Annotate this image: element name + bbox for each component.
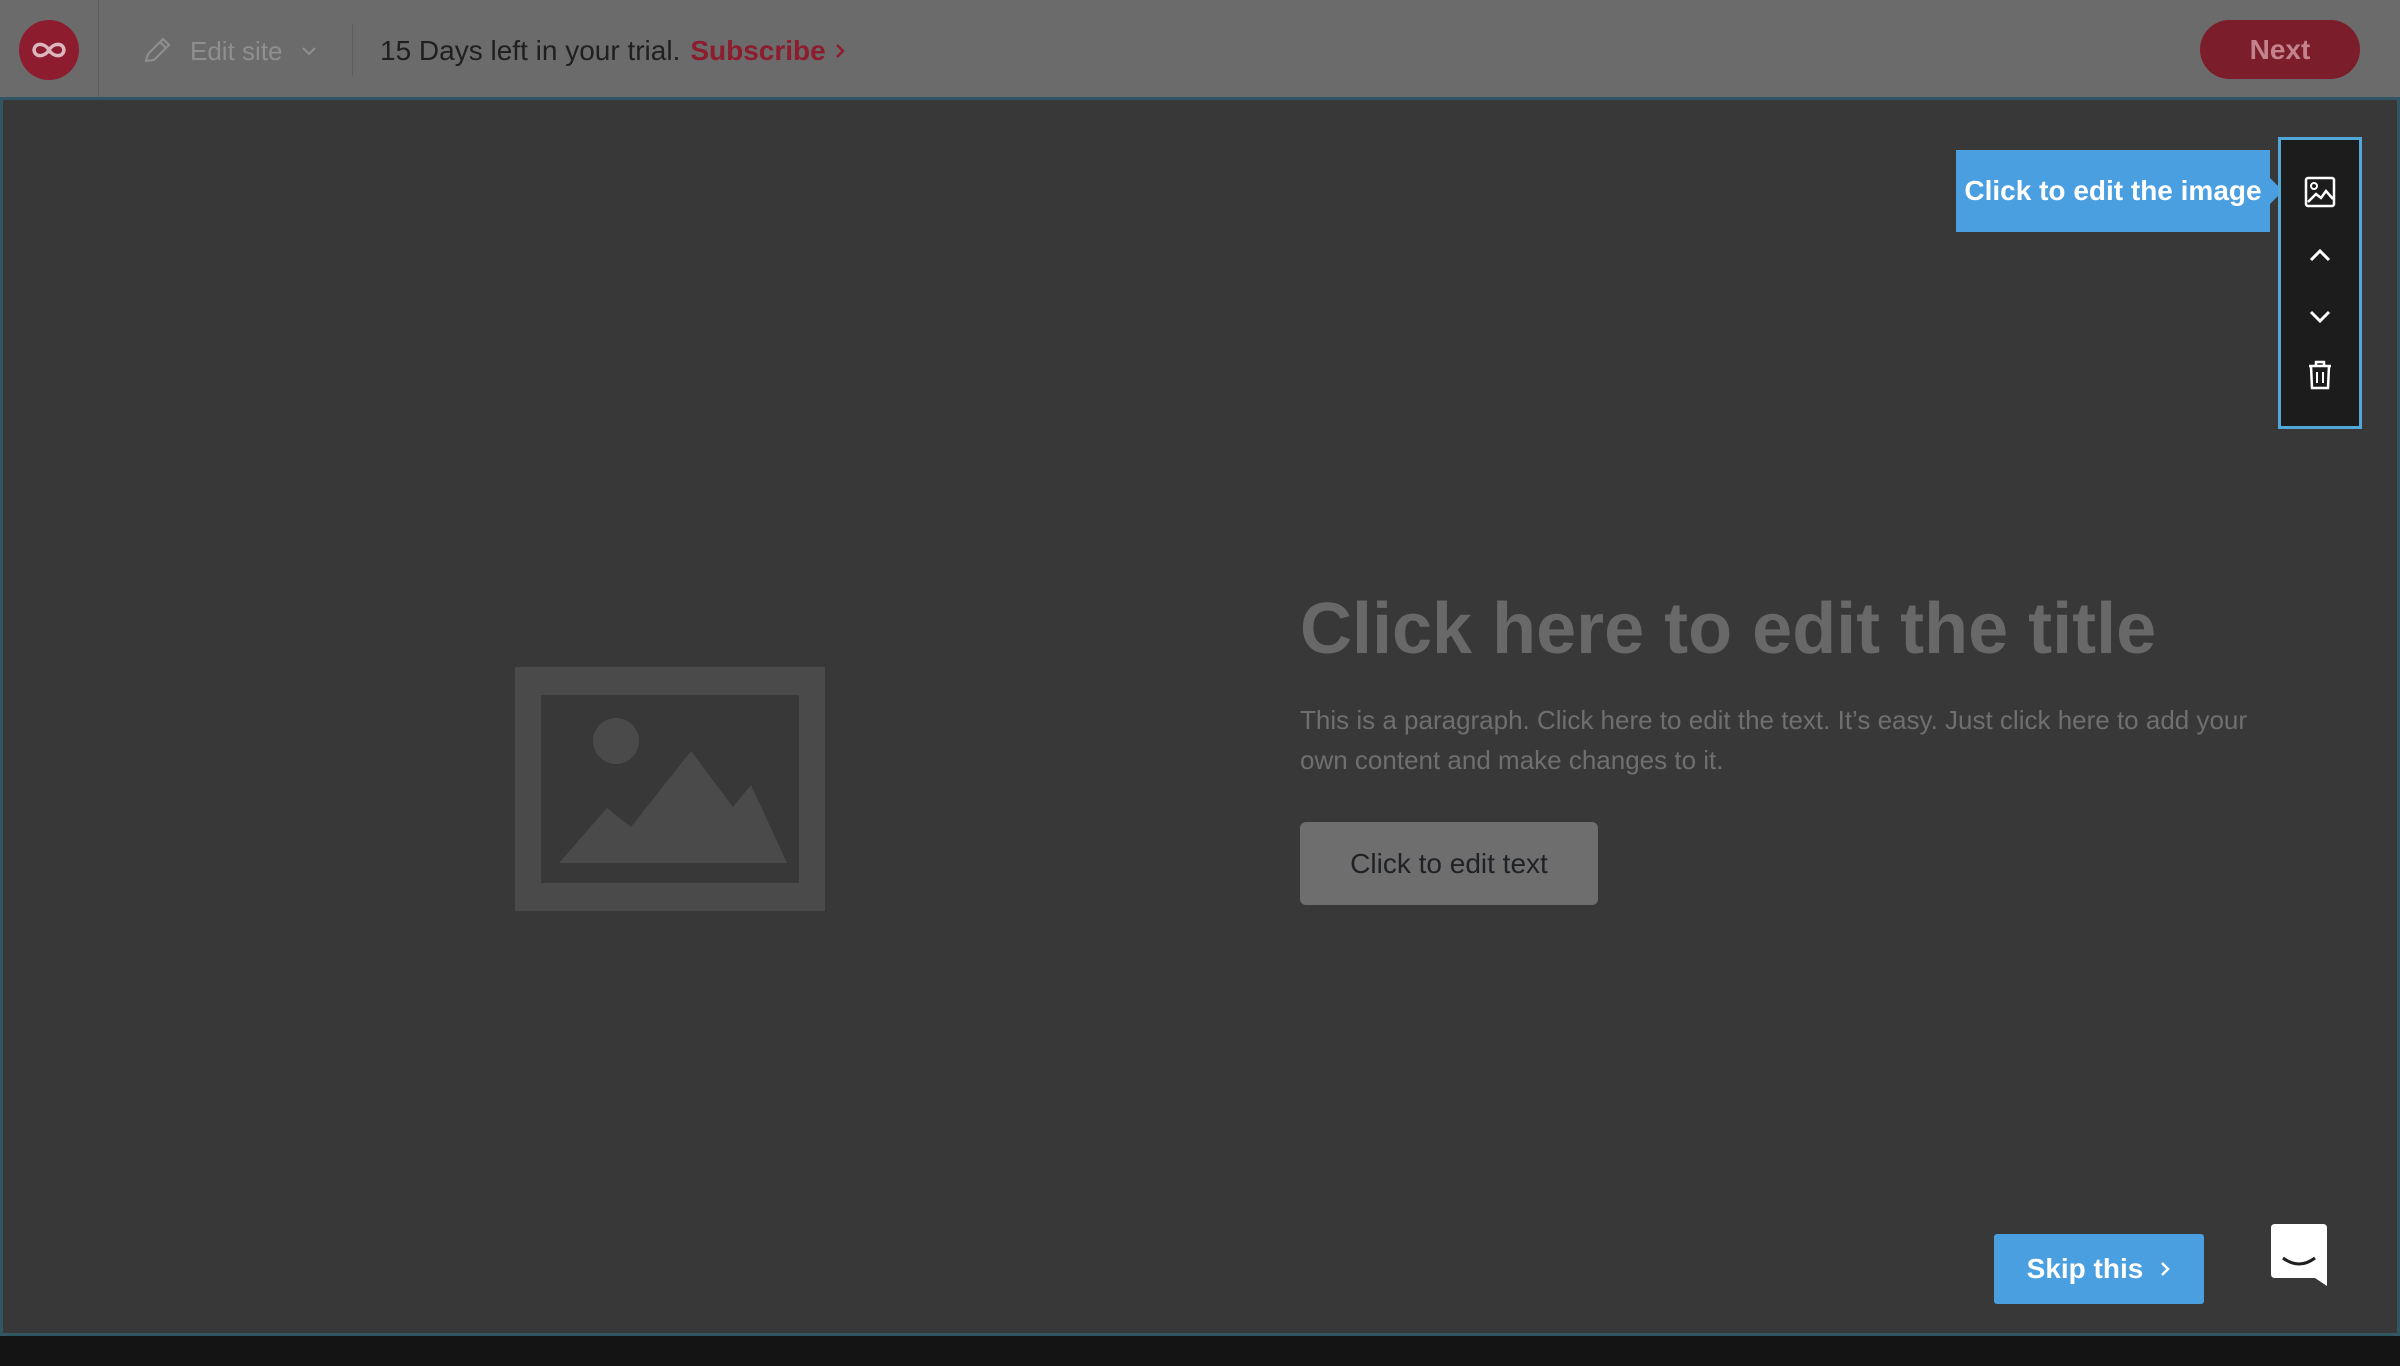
edit-text-button[interactable]: Click to edit text xyxy=(1300,822,1598,905)
pencil-icon xyxy=(144,37,171,63)
trial-text: 15 Days left in your trial. xyxy=(380,35,681,66)
chevron-down-icon xyxy=(301,47,316,56)
chat-support-icon[interactable] xyxy=(2266,1222,2332,1288)
next-button[interactable]: Next xyxy=(2200,20,2360,79)
section-paragraph[interactable]: This is a paragraph. Click here to edit … xyxy=(1300,700,2290,780)
tooltip-text: Click to edit the image xyxy=(1964,175,2262,206)
edit-image-tooltip: Click to edit the image xyxy=(1956,150,2283,232)
delete-section-button[interactable] xyxy=(2281,347,2359,403)
subscribe-link[interactable]: Subscribe xyxy=(690,35,845,67)
image-icon xyxy=(2304,176,2336,208)
divider xyxy=(98,0,99,97)
move-up-button[interactable] xyxy=(2281,228,2359,284)
divider xyxy=(352,24,353,76)
trash-icon xyxy=(2309,360,2331,390)
image-placeholder-icon[interactable] xyxy=(515,667,825,911)
chevron-down-icon xyxy=(2309,310,2331,324)
section-title[interactable]: Click here to edit the title xyxy=(1300,588,2156,670)
chevron-right-icon xyxy=(2161,1262,2171,1276)
top-bar: Edit site 15 Days left in your trial. Su… xyxy=(0,0,2400,100)
edit-site-menu[interactable]: Edit site xyxy=(140,30,319,72)
chevron-right-icon xyxy=(835,44,845,58)
section-toolbar xyxy=(2278,137,2362,429)
edit-image-button[interactable] xyxy=(2281,164,2359,220)
skip-label: Skip this xyxy=(2026,1253,2144,1284)
brand-logo-icon[interactable] xyxy=(19,20,79,80)
move-down-button[interactable] xyxy=(2281,288,2359,344)
edit-site-label: Edit site xyxy=(190,35,283,66)
trial-banner: 15 Days left in your trial. Subscribe xyxy=(380,30,846,72)
skip-this-button[interactable]: Skip this xyxy=(1994,1234,2204,1304)
chevron-up-icon xyxy=(2309,248,2331,262)
subscribe-label: Subscribe xyxy=(690,35,826,66)
